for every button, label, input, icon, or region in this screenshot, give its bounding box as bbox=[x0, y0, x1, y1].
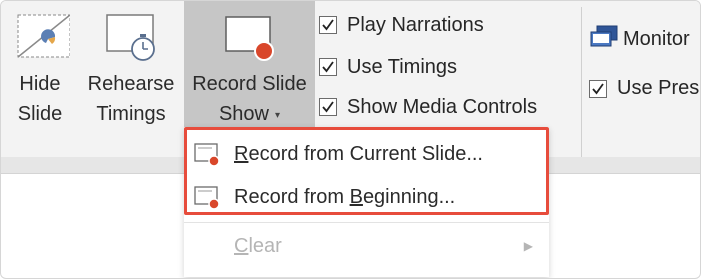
show-media-controls-label: Show Media Controls bbox=[347, 95, 538, 118]
menu-label-pre: Record from bbox=[234, 185, 350, 208]
record-slide-icon bbox=[192, 139, 222, 169]
menu-item-record-from-beginning[interactable]: Record from Beginning... bbox=[184, 177, 549, 217]
hide-slide-icon bbox=[10, 11, 71, 68]
menu-item-record-from-current-slide[interactable]: Record from Current Slide... bbox=[184, 134, 549, 174]
hide-slide-label-line2: Slide bbox=[17, 103, 63, 125]
checkmark-icon[interactable] bbox=[319, 16, 337, 34]
menu-divider bbox=[184, 222, 549, 223]
menu-label-post: lear bbox=[248, 234, 282, 257]
show-media-controls-checkbox[interactable]: Show Media Controls bbox=[319, 91, 537, 123]
monitor-dropdown[interactable]: Monitor bbox=[589, 23, 690, 56]
monitor-icon bbox=[589, 23, 619, 56]
menu-item-clear[interactable]: Clear ▶ bbox=[184, 226, 549, 266]
checkmark-icon[interactable] bbox=[319, 58, 337, 76]
record-slide-show-button[interactable]: Record Slide Show ▾ bbox=[184, 1, 315, 133]
menu-label-accelerator: C bbox=[234, 234, 249, 257]
rehearse-timings-button[interactable]: Rehearse Timings bbox=[81, 1, 181, 133]
use-presenter-view-checkbox[interactable]: Use Pres bbox=[589, 77, 699, 100]
menu-label-post: eginning... bbox=[362, 185, 456, 208]
hide-slide-label-line1: Hide bbox=[19, 73, 61, 95]
checkmark-icon[interactable] bbox=[319, 98, 337, 116]
use-timings-checkbox[interactable]: Use Timings bbox=[319, 51, 457, 83]
group-divider bbox=[581, 7, 582, 157]
hide-slide-button[interactable]: Hide Slide bbox=[1, 1, 79, 133]
rehearse-label-line2: Timings bbox=[96, 103, 166, 125]
record-label-line2: Show bbox=[218, 103, 269, 125]
record-slide-icon bbox=[192, 182, 222, 212]
menu-label-accelerator: R bbox=[234, 142, 249, 165]
menu-label-accelerator: B bbox=[349, 185, 363, 208]
record-slide-icon bbox=[220, 11, 280, 68]
record-label-line1: Record Slide bbox=[192, 73, 307, 95]
checkmark-icon[interactable] bbox=[589, 79, 607, 98]
use-presenter-label: Use Pres bbox=[617, 77, 700, 99]
chevron-down-icon[interactable]: ▾ bbox=[275, 110, 280, 121]
rehearse-label-line1: Rehearse bbox=[87, 73, 175, 95]
record-slide-show-menu: Record from Current Slide... Record from… bbox=[184, 127, 549, 277]
app-window: Hide Slide Rehearse Timings Record Slide… bbox=[0, 0, 701, 279]
monitor-label: Monitor bbox=[623, 28, 690, 50]
use-timings-label: Use Timings bbox=[347, 55, 458, 78]
menu-label-post: ecord from Current Slide... bbox=[248, 142, 483, 165]
play-narrations-checkbox[interactable]: Play Narrations bbox=[319, 9, 484, 41]
submenu-arrow-icon: ▶ bbox=[523, 239, 533, 253]
play-narrations-label: Play Narrations bbox=[347, 13, 484, 36]
stopwatch-slide-icon bbox=[103, 11, 159, 70]
